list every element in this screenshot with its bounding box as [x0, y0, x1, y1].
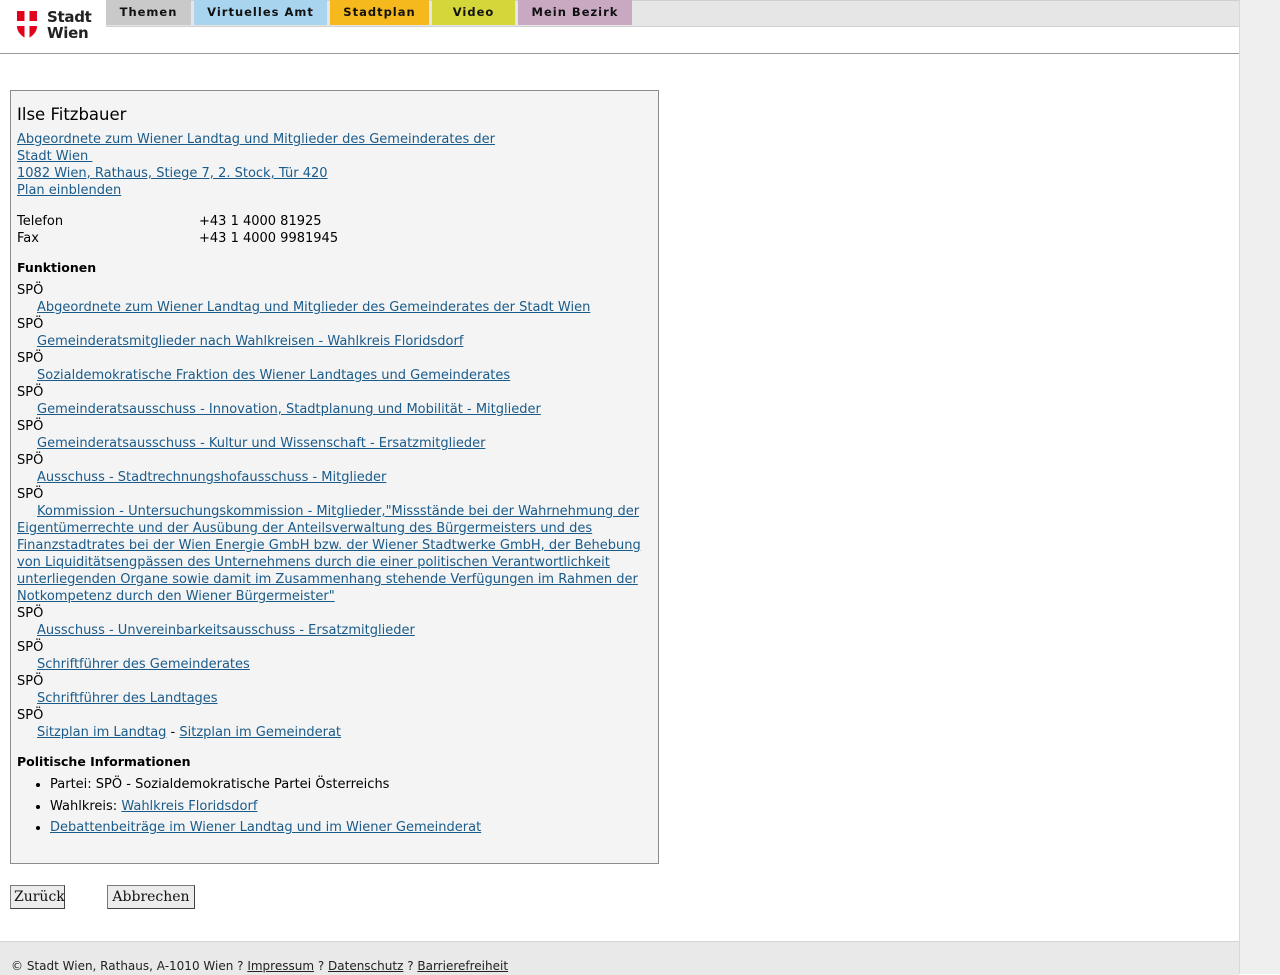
debates-link[interactable]: Debattenbeiträge im Wiener Landtag und i…: [50, 820, 481, 835]
footer-separator: ?: [403, 959, 418, 973]
fax-label: Fax: [17, 231, 39, 246]
party-value: SPÖ - Sozialdemokratische Partei Österre…: [95, 777, 390, 792]
org-line-2: Stadt Wien: [17, 149, 93, 164]
tab-label: Video: [452, 5, 495, 19]
party-label: Partei:: [50, 777, 96, 792]
stadt-wien-logo[interactable]: Stadt Wien: [16, 9, 92, 43]
list-item-debates: Debattenbeiträge im Wiener Landtag und i…: [50, 819, 653, 836]
function-party: SPÖ: [17, 487, 44, 502]
phone-label: Telefon: [17, 214, 64, 229]
wien-shield-icon: [17, 11, 37, 39]
function-party: SPÖ: [17, 283, 44, 298]
seating-plan-gemeinderat-link[interactable]: Sitzplan im Gemeinderat: [179, 725, 341, 740]
tab-label: Themen: [119, 5, 178, 19]
privacy-link[interactable]: Datenschutz: [328, 959, 403, 973]
contact-row-phone: Telefon +43 1 4000 81925: [17, 213, 653, 230]
tab-label: Mein Bezirk: [531, 5, 619, 19]
list-item-constituency: Wahlkreis: Wahlkreis Floridsdorf: [50, 798, 653, 815]
address: 1082 Wien, Rathaus, Stiege 7, 2. Stock, …: [17, 166, 328, 181]
function-party: SPÖ: [17, 708, 44, 723]
site-header: Stadt Wien Themen Virtuelles Amt Stadtpl…: [0, 0, 1239, 54]
functions-heading: Funktionen: [17, 260, 97, 275]
function-link[interactable]: Abgeordnete zum Wiener Landtag und Mitgl…: [17, 299, 653, 316]
function-party: SPÖ: [17, 385, 44, 400]
person-detail-panel: Ilse Fitzbauer Abgeordnete zum Wiener La…: [10, 90, 659, 864]
list-item-party: Partei: SPÖ - Sozialdemokratische Partei…: [50, 776, 653, 793]
footer-separator: ?: [314, 959, 329, 973]
function-link[interactable]: Gemeinderatsausschuss - Innovation, Stad…: [17, 401, 653, 418]
function-link[interactable]: Kommission - Untersuchungskommission - M…: [17, 503, 653, 605]
function-party: SPÖ: [17, 453, 44, 468]
tab-virtuelles-amt[interactable]: Virtuelles Amt: [194, 0, 327, 25]
tab-mein-bezirk[interactable]: Mein Bezirk: [518, 0, 632, 25]
function-link[interactable]: Sozialdemokratische Fraktion des Wiener …: [17, 367, 653, 384]
tab-video[interactable]: Video: [432, 0, 515, 25]
constituency-label: Wahlkreis:: [50, 798, 122, 814]
show-plan-link[interactable]: Plan einblenden: [17, 183, 121, 198]
seating-plan-row: Sitzplan im Landtag - Sitzplan im Gemein…: [17, 724, 653, 741]
organization-link[interactable]: Abgeordnete zum Wiener Landtag und Mitgl…: [17, 132, 495, 181]
back-button[interactable]: Zurück: [10, 885, 65, 909]
seating-plan-landtag-link[interactable]: Sitzplan im Landtag: [37, 725, 166, 740]
logo-line-2: Wien: [47, 24, 89, 42]
scrollbar-track[interactable]: [1239, 0, 1280, 974]
function-party: SPÖ: [17, 606, 44, 621]
constituency-link[interactable]: Wahlkreis Floridsdorf: [121, 799, 257, 814]
tab-label: Stadtplan: [343, 5, 416, 19]
function-link[interactable]: Schriftführer des Gemeinderates: [17, 656, 653, 673]
tab-stadtplan[interactable]: Stadtplan: [330, 0, 429, 25]
logo-line-1: Stadt: [47, 8, 92, 26]
political-info-list: Partei: SPÖ - Sozialdemokratische Partei…: [17, 776, 653, 836]
footer-copyright: © Stadt Wien, Rathaus, A-1010 Wien ?: [11, 959, 248, 973]
function-link[interactable]: Ausschuss - Unvereinbarkeitsausschuss - …: [17, 622, 653, 639]
phone-value: +43 1 4000 81925: [199, 214, 322, 229]
footer-text: © Stadt Wien, Rathaus, A-1010 Wien ? Imp…: [11, 958, 508, 975]
contact-table: Telefon +43 1 4000 81925 Fax +43 1 4000 …: [17, 213, 653, 247]
function-link[interactable]: Ausschuss - Stadtrechnungshofausschuss -…: [17, 469, 653, 486]
function-link[interactable]: Schriftführer des Landtages: [17, 690, 653, 707]
site-footer: © Stadt Wien, Rathaus, A-1010 Wien ? Imp…: [0, 941, 1239, 975]
function-party: SPÖ: [17, 640, 44, 655]
function-party: SPÖ: [17, 419, 44, 434]
function-link[interactable]: Gemeinderatsausschuss - Kultur und Wisse…: [17, 435, 653, 452]
impressum-link[interactable]: Impressum: [247, 959, 314, 973]
function-party: SPÖ: [17, 317, 44, 332]
cancel-button[interactable]: Abbrechen: [107, 885, 195, 909]
function-party: SPÖ: [17, 674, 44, 689]
seating-plan-separator: -: [166, 725, 180, 740]
function-link[interactable]: Gemeinderatsmitglieder nach Wahlkreisen …: [17, 333, 653, 350]
function-party: SPÖ: [17, 351, 44, 366]
tab-label: Virtuelles Amt: [207, 5, 314, 19]
org-line-1: Abgeordnete zum Wiener Landtag und Mitgl…: [17, 132, 495, 147]
contact-row-fax: Fax +43 1 4000 9981945: [17, 230, 653, 247]
functions-list: SPÖ Abgeordnete zum Wiener Landtag und M…: [17, 282, 653, 741]
tab-themen[interactable]: Themen: [106, 0, 191, 25]
person-name: Ilse Fitzbauer: [17, 105, 127, 124]
accessibility-link[interactable]: Barrierefreiheit: [417, 959, 508, 973]
fax-value: +43 1 4000 9981945: [199, 231, 339, 246]
logo-wordmark: Stadt Wien: [47, 9, 92, 41]
political-info-heading: Politische Informationen: [17, 754, 191, 769]
